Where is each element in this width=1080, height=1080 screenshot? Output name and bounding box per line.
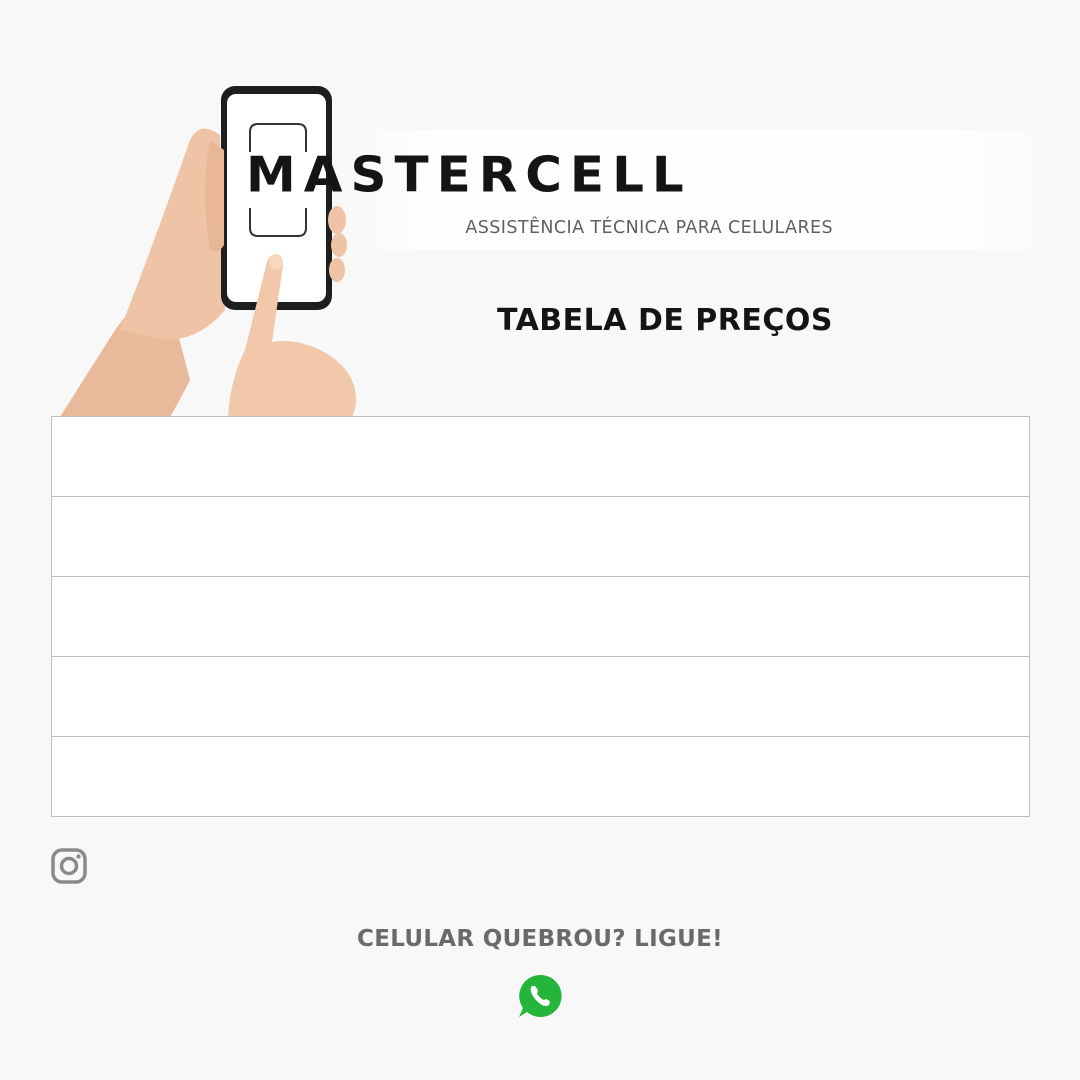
price-table [51,416,1030,817]
table-row [51,577,1030,657]
brand-name: MASTERCELL [246,146,692,204]
hand-holding-phone-icon [60,86,356,417]
table-row [51,737,1030,817]
page-title: TABELA DE PREÇOS [496,303,833,338]
table-row [51,497,1030,577]
cta-text: CELULAR QUEBROU? LIGUE! [357,926,723,952]
brand-tagline: ASSISTÊNCIA TÉCNICA PARA CELULARES [465,218,833,238]
table-row [51,657,1030,737]
table-row [51,417,1030,497]
whatsapp-icon[interactable] [517,973,563,1019]
instagram-icon[interactable] [51,848,87,884]
